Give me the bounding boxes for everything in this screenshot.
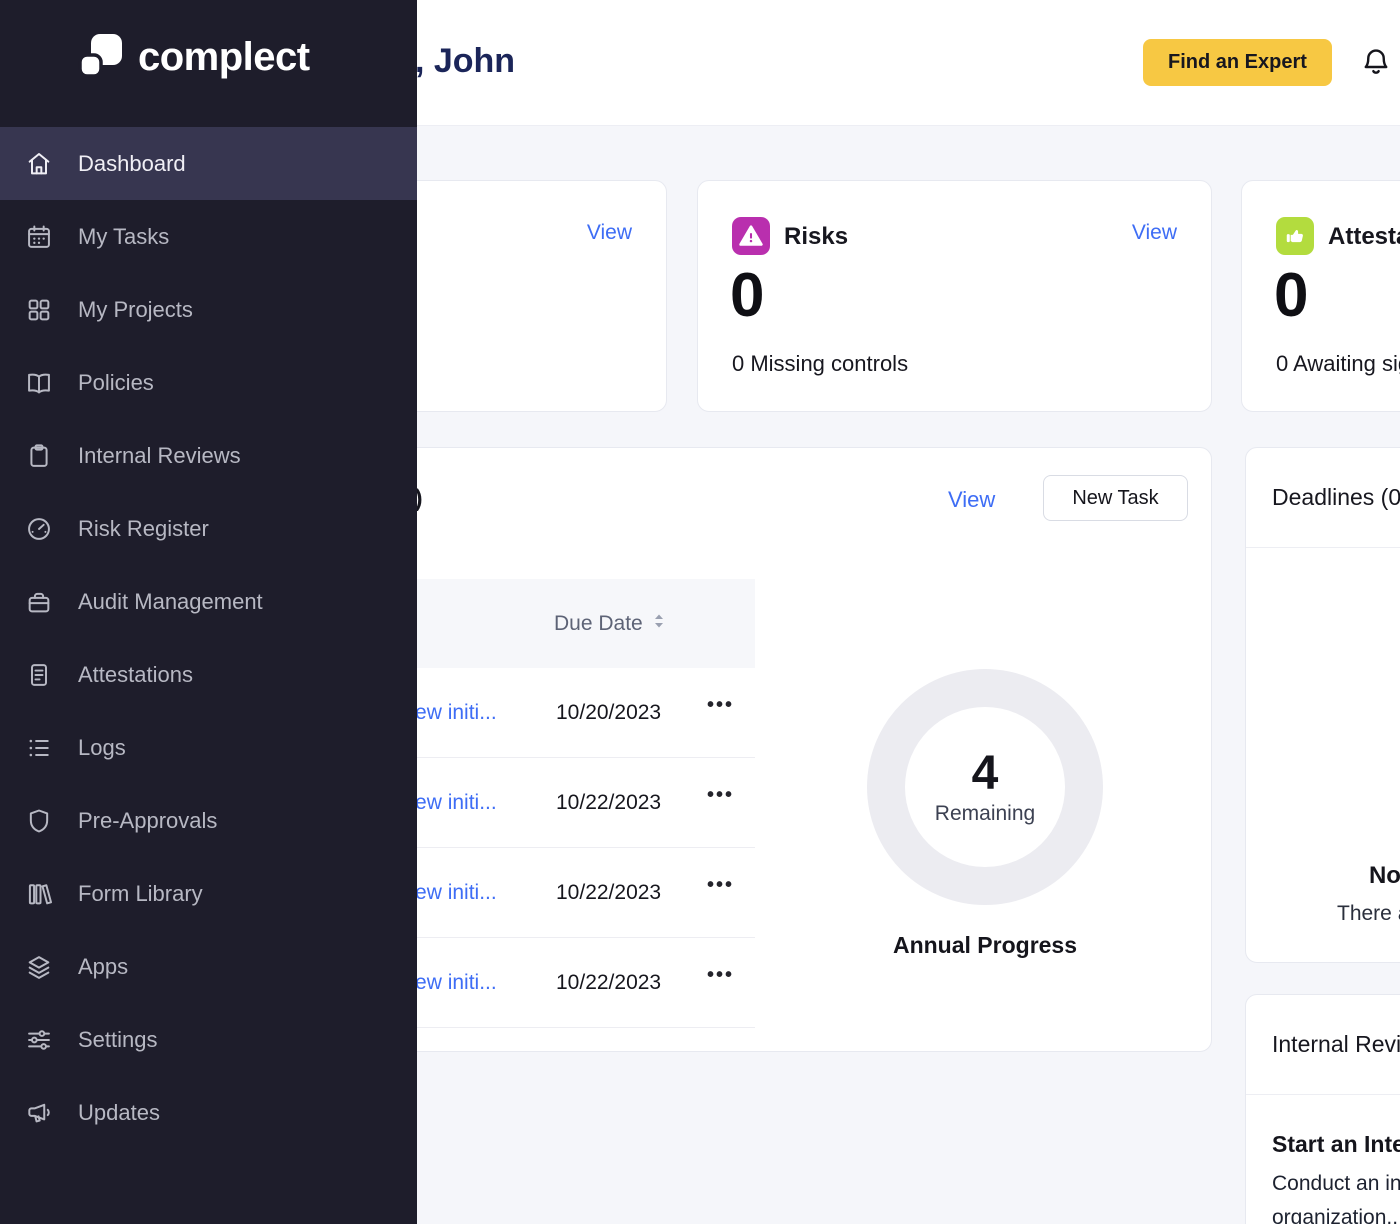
risks-view-link[interactable]: View [1132, 221, 1177, 245]
books-icon [24, 879, 54, 909]
open-book-icon [24, 368, 54, 398]
briefcase-icon [24, 587, 54, 617]
attestations-subtitle: 0 Awaiting signature [1276, 351, 1400, 377]
donut-label: Remaining [935, 802, 1035, 826]
sidebar-item-my-projects[interactable]: My Projects [0, 273, 417, 346]
row-menu-button[interactable]: ••• [707, 874, 734, 897]
donut-center: 4 Remaining [905, 707, 1065, 867]
sidebar-item-policies[interactable]: Policies [0, 346, 417, 419]
sidebar-item-form-library[interactable]: Form Library [0, 857, 417, 930]
risks-card-title: Risks [784, 223, 848, 251]
sidebar-item-label: Settings [78, 1027, 158, 1053]
calendar-icon [24, 222, 54, 252]
sort-icon [651, 612, 667, 636]
dashboard-screen: Good afternoon, John Find an Expert View… [0, 0, 1400, 1224]
sidebar-item-settings[interactable]: Settings [0, 1003, 417, 1076]
sidebar-item-internal-reviews[interactable]: Internal Reviews [0, 419, 417, 492]
sidebar-item-my-tasks[interactable]: My Tasks [0, 200, 417, 273]
sidebar-item-label: My Projects [78, 297, 193, 323]
sidebar-item-audit-management[interactable]: Audit Management [0, 565, 417, 638]
risks-count: 0 [730, 265, 764, 327]
annual-progress-caption: Annual Progress [867, 932, 1103, 959]
clipboard-icon [24, 441, 54, 471]
sidebar-item-label: Attestations [78, 662, 193, 688]
list-icon [24, 733, 54, 763]
sidebar-item-label: My Tasks [78, 224, 169, 250]
sidebar-item-risk-register[interactable]: Risk Register [0, 492, 417, 565]
home-icon [24, 149, 54, 179]
sliders-icon [24, 1025, 54, 1055]
sidebar-item-label: Dashboard [78, 151, 186, 177]
deadlines-card: Deadlines (0) No Deadlines There are no … [1245, 447, 1400, 963]
bell-icon [1360, 65, 1392, 80]
start-internal-review-text: Conduct an internal review of your organ… [1272, 1167, 1400, 1224]
layers-icon [24, 952, 54, 982]
attestations-card: Attestations 0 0 Awaiting signature [1241, 180, 1400, 412]
row-menu-button[interactable]: ••• [707, 694, 734, 717]
find-expert-button[interactable]: Find an Expert [1143, 39, 1332, 86]
sidebar-item-label: Internal Reviews [78, 443, 241, 469]
row-menu-button[interactable]: ••• [707, 964, 734, 987]
sidebar-item-dashboard[interactable]: Dashboard [0, 127, 417, 200]
divider [1246, 1094, 1400, 1095]
gauge-icon [24, 514, 54, 544]
divider [1246, 547, 1400, 548]
deadlines-empty-state: No Deadlines There are no deadlines [1246, 862, 1400, 926]
sidebar-item-pre-approvals[interactable]: Pre-Approvals [0, 784, 417, 857]
sidebar-nav: Dashboard My Tasks My Projects Policies [0, 127, 417, 1149]
risk-warning-icon [732, 217, 770, 255]
task-due-date: 10/22/2023 [556, 881, 661, 905]
sidebar-item-label: Pre-Approvals [78, 808, 217, 834]
megaphone-icon [24, 1098, 54, 1128]
attestations-count: 0 [1274, 265, 1308, 327]
task-due-date: 10/20/2023 [556, 701, 661, 725]
document-icon [24, 660, 54, 690]
sidebar-item-label: Audit Management [78, 589, 263, 615]
complect-logo-icon [78, 32, 124, 83]
sidebar-item-attestations[interactable]: Attestations [0, 638, 417, 711]
start-internal-review-title: Start an Internal Review [1272, 1131, 1400, 1158]
sidebar-item-label: Updates [78, 1100, 160, 1126]
annual-progress-donut: 4 Remaining [867, 669, 1103, 905]
notification-bell-button[interactable] [1360, 45, 1392, 79]
thumbs-up-icon [1276, 217, 1314, 255]
risks-card: Risks View 0 0 Missing controls [697, 180, 1212, 412]
sidebar-item-label: Logs [78, 735, 126, 761]
deadlines-empty-title: No Deadlines [1246, 862, 1400, 890]
deadlines-card-title: Deadlines (0) [1272, 484, 1400, 511]
new-task-button[interactable]: New Task [1043, 475, 1188, 521]
grid-icon [24, 295, 54, 325]
risks-subtitle: 0 Missing controls [732, 351, 908, 377]
due-date-column-header[interactable]: Due Date [554, 612, 667, 636]
sidebar-item-updates[interactable]: Updates [0, 1076, 417, 1149]
sidebar-item-label: Policies [78, 370, 154, 396]
sidebar-item-logs[interactable]: Logs [0, 711, 417, 784]
sidebar-item-apps[interactable]: Apps [0, 930, 417, 1003]
deadlines-empty-text: There are no deadlines [1246, 902, 1400, 926]
row-menu-button[interactable]: ••• [707, 784, 734, 807]
sidebar: complect Dashboard My Tasks My Projects [0, 0, 417, 1224]
tasks-view-link[interactable]: View [948, 487, 995, 513]
due-date-header-label: Due Date [554, 612, 643, 636]
task-due-date: 10/22/2023 [556, 791, 661, 815]
internal-reviews-card-title: Internal Reviews [1272, 1031, 1400, 1058]
sidebar-item-label: Apps [78, 954, 128, 980]
attestations-card-title: Attestations [1328, 223, 1400, 251]
first-card-view-link[interactable]: View [587, 221, 632, 245]
sidebar-item-label: Risk Register [78, 516, 209, 542]
sidebar-item-label: Form Library [78, 881, 203, 907]
brand-wordmark: complect [138, 35, 310, 80]
shield-icon [24, 806, 54, 836]
task-due-date: 10/22/2023 [556, 971, 661, 995]
internal-reviews-card: Internal Reviews Start an Internal Revie… [1245, 994, 1400, 1224]
brand-logo[interactable]: complect [78, 32, 310, 83]
donut-value: 4 [972, 748, 999, 801]
